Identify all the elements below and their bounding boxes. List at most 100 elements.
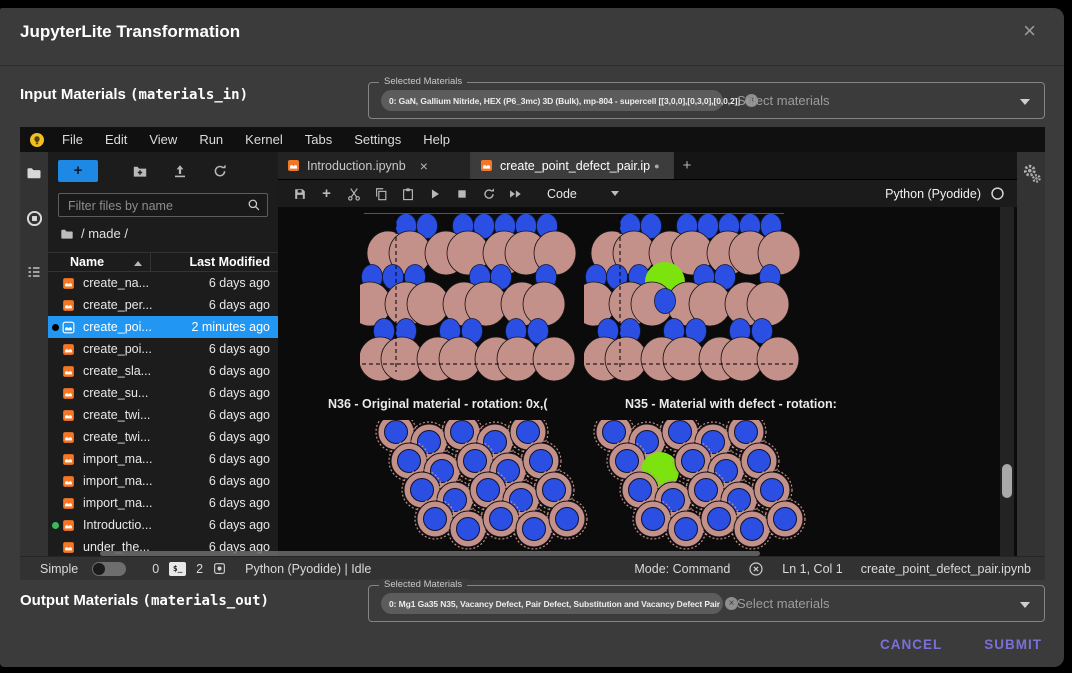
- notebook-icon: [62, 519, 75, 532]
- notebook-icon: [62, 321, 75, 334]
- cursor-position[interactable]: Ln 1, Col 1: [782, 562, 842, 576]
- terminal-icon[interactable]: $_: [169, 562, 186, 576]
- new-launcher-button[interactable]: +: [58, 160, 98, 182]
- menu-file[interactable]: File: [51, 132, 94, 147]
- new-folder-icon[interactable]: [132, 163, 148, 184]
- file-row[interactable]: import_ma...6 days ago: [48, 470, 278, 492]
- notebook-icon: [62, 365, 75, 378]
- upload-icon[interactable]: [172, 163, 188, 184]
- menu-tabs[interactable]: Tabs: [294, 132, 343, 147]
- run-all-icon[interactable]: [508, 186, 523, 201]
- file-name: create_twi...: [83, 408, 150, 422]
- file-row[interactable]: create_twi...6 days ago: [48, 404, 278, 426]
- chevron-down-icon[interactable]: [1020, 602, 1030, 608]
- output-materials-select[interactable]: Selected Materials 0: Mg1 Ga35 N35, Vaca…: [368, 585, 1045, 622]
- file-name: create_poi...: [83, 342, 152, 356]
- submit-button[interactable]: SUBMIT: [978, 636, 1048, 653]
- defect-material-top-view: [584, 420, 806, 554]
- scrollbar-thumb[interactable]: [1002, 464, 1012, 498]
- file-modified: 2 minutes ago: [191, 320, 270, 334]
- kernel-sessions-icon[interactable]: [212, 561, 227, 576]
- file-row[interactable]: import_ma...6 days ago: [48, 448, 278, 470]
- file-modified: 6 days ago: [209, 474, 270, 488]
- file-browser-icon[interactable]: [26, 165, 42, 186]
- kernel-name[interactable]: Python (Pyodide): [885, 187, 981, 201]
- tab-introduction[interactable]: Introduction.ipynb ×: [278, 152, 471, 179]
- notebook-icon: [62, 453, 75, 466]
- kernel-status-icon[interactable]: [990, 186, 1005, 201]
- add-cell-icon[interactable]: +: [319, 186, 334, 201]
- mode-indicator[interactable]: Mode: Command: [634, 562, 730, 576]
- tab-create-point-defect-pair[interactable]: create_point_defect_pair.ip ●: [471, 152, 674, 179]
- file-row[interactable]: create_per...6 days ago: [48, 294, 278, 316]
- notebook-scrollbar[interactable]: [1000, 207, 1014, 557]
- caption-defect: N35 - Material with defect - rotation:: [625, 397, 837, 411]
- file-row[interactable]: create_sla... 6 days ago: [48, 360, 278, 382]
- status-bar: Simple 0 $_ 2 Python (Pyodide) | Idle Mo…: [20, 556, 1045, 580]
- notebook-icon: [62, 387, 75, 400]
- stop-icon[interactable]: [454, 186, 469, 201]
- file-name: create_su...: [83, 386, 148, 400]
- file-name: create_poi...: [83, 320, 152, 334]
- close-tab-icon[interactable]: ×: [420, 158, 428, 174]
- chevron-down-icon[interactable]: [611, 191, 619, 196]
- breadcrumb[interactable]: / made /: [60, 226, 128, 241]
- notebook-content[interactable]: N36 - Original material - rotation: 0x,(…: [278, 207, 1017, 557]
- file-list-header[interactable]: Name Last Modified: [48, 252, 278, 272]
- kernel-status-text[interactable]: Python (Pyodide) | Idle: [245, 562, 371, 576]
- menu-edit[interactable]: Edit: [94, 132, 138, 147]
- file-modified: 6 days ago: [209, 364, 270, 378]
- file-name: import_ma...: [83, 496, 152, 510]
- notebook-icon: [62, 277, 75, 290]
- copy-icon[interactable]: [373, 186, 388, 201]
- notebook-area: Introduction.ipynb × create_point_defect…: [278, 152, 1017, 557]
- dialog-header: JupyterLite Transformation ×: [0, 8, 1064, 66]
- column-last-modified[interactable]: Last Modified: [189, 255, 270, 269]
- notebook-toolbar: + Code Python (Pyodide): [278, 180, 1017, 208]
- file-row[interactable]: create_poi... 2 minutes ago: [48, 316, 278, 338]
- file-row[interactable]: create_twi...6 days ago: [48, 426, 278, 448]
- refresh-icon[interactable]: [212, 163, 228, 184]
- menu-run[interactable]: Run: [188, 132, 234, 147]
- file-row[interactable]: import_ma...6 days ago: [48, 492, 278, 514]
- new-tab-button[interactable]: +: [674, 152, 700, 179]
- file-row[interactable]: create_na...6 days ago: [48, 272, 278, 294]
- menu-view[interactable]: View: [138, 132, 188, 147]
- menu-settings[interactable]: Settings: [343, 132, 412, 147]
- statusbar-filename[interactable]: create_point_defect_pair.ipynb: [861, 562, 1031, 576]
- file-row[interactable]: Introductio...6 days ago: [48, 514, 278, 536]
- file-row[interactable]: create_su...6 days ago: [48, 382, 278, 404]
- jupyterlab-panel: FileEditViewRunKernelTabsSettingsHelp +: [20, 127, 1045, 580]
- trust-shield-icon[interactable]: [748, 561, 764, 577]
- unsaved-dot-icon: ●: [654, 161, 659, 171]
- close-icon[interactable]: ×: [1023, 18, 1036, 44]
- file-row[interactable]: create_poi...6 days ago: [48, 338, 278, 360]
- cancel-button[interactable]: CANCEL: [874, 636, 948, 653]
- terminals-count[interactable]: 0: [152, 562, 159, 576]
- cell-type-dropdown[interactable]: Code: [547, 187, 577, 201]
- save-icon[interactable]: [292, 186, 307, 201]
- menu-help[interactable]: Help: [412, 132, 461, 147]
- file-modified: 6 days ago: [209, 430, 270, 444]
- chevron-down-icon[interactable]: [1020, 99, 1030, 105]
- kernels-count[interactable]: 2: [196, 562, 203, 576]
- cut-icon[interactable]: [346, 186, 361, 201]
- input-material-chip[interactable]: 0: GaN, Gallium Nitride, HEX (P6_3mc) 3D…: [381, 90, 723, 111]
- paste-icon[interactable]: [400, 186, 415, 201]
- input-materials-select[interactable]: Selected Materials 0: GaN, Gallium Nitri…: [368, 82, 1045, 119]
- input-select-legend: Selected Materials: [379, 76, 467, 87]
- output-material-chip[interactable]: 0: Mg1 Ga35 N35, Vacancy Defect, Pair De…: [381, 593, 723, 614]
- running-sessions-icon[interactable]: [26, 210, 43, 232]
- file-name: Introductio...: [83, 518, 152, 532]
- property-inspector-gears-icon[interactable]: [1022, 164, 1042, 189]
- filter-files-input[interactable]: [66, 195, 240, 217]
- column-name[interactable]: Name: [70, 255, 104, 269]
- menu-kernel[interactable]: Kernel: [234, 132, 294, 147]
- restart-kernel-icon[interactable]: [481, 186, 496, 201]
- file-name: create_sla...: [83, 364, 151, 378]
- table-of-contents-icon[interactable]: [26, 264, 42, 285]
- simple-mode-toggle[interactable]: [92, 562, 126, 576]
- output-select-legend: Selected Materials: [379, 579, 467, 590]
- run-icon[interactable]: [427, 186, 442, 201]
- selected-file-dot: [52, 324, 59, 331]
